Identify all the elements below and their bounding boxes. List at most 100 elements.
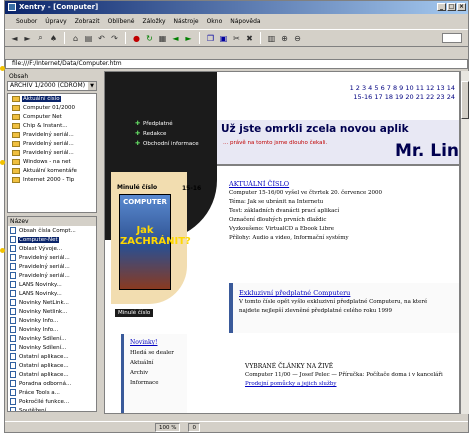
prev-icon[interactable]: ◄ [170, 33, 181, 44]
tree-item[interactable]: Aktuální komentáře [8, 166, 96, 175]
list-item[interactable]: Práce Tools a... [8, 388, 96, 397]
list-item-label: LANS Novinky... [19, 281, 62, 288]
refresh-icon[interactable]: ↻ [144, 33, 155, 44]
zoom-out-icon[interactable]: ⊖ [292, 33, 303, 44]
search-icon[interactable]: ⌕ [35, 33, 46, 44]
tree-item[interactable]: Internet 2000 - Tip [8, 175, 96, 184]
tree-item[interactable]: Pravidelný seriál... [8, 130, 96, 139]
next-icon[interactable]: ► [183, 33, 194, 44]
page-icon [10, 371, 16, 378]
zoom-in-icon[interactable]: ⊕ [279, 33, 290, 44]
archive-select-value: ARCHIV 1/2000 (CDROM) [10, 82, 86, 89]
archive-select[interactable]: ARCHIV 1/2000 (CDROM) ▼ [7, 81, 97, 91]
site-nav-link[interactable]: ✚ Redakce [135, 129, 199, 139]
list-item[interactable]: Novinky NetLink... [8, 298, 96, 307]
forward-icon[interactable]: ► [22, 33, 33, 44]
menu-item[interactable]: Nápověda [227, 18, 263, 25]
list-item[interactable]: Novinky Netlink... [8, 307, 96, 316]
print-icon[interactable]: ▦ [157, 33, 168, 44]
delete-icon[interactable]: ✖ [244, 33, 255, 44]
side-link[interactable]: Informace [130, 378, 181, 388]
stop-icon[interactable]: ● [131, 33, 142, 44]
page-icon [10, 227, 16, 234]
news-link[interactable]: Novinky! [130, 338, 181, 348]
list-item[interactable]: Novinky Info... [8, 325, 96, 334]
cover-caption[interactable]: Minulé číslo [115, 309, 154, 317]
tree-item[interactable]: Aktuální číslo [8, 94, 96, 103]
page-icon [10, 344, 16, 351]
tree-item[interactable]: Chip & Instant... [8, 121, 96, 130]
list-item[interactable]: Soutěžení... [8, 406, 96, 412]
subscription-link[interactable]: Exkluzivní předplatné Computeru [239, 289, 455, 298]
zoom-field[interactable] [442, 33, 462, 43]
list-item[interactable]: Ostatní aplikace... [8, 352, 96, 361]
cut-icon[interactable]: ✂ [231, 33, 242, 44]
current-issue-line: Přílohy: Audio a video, Informační systé… [229, 235, 349, 241]
side-link[interactable]: Archiv [130, 368, 181, 378]
tree-item[interactable]: Computer Net [8, 112, 96, 121]
selected-article-link[interactable]: Prodejní pomůcky a jejich služby [245, 380, 459, 389]
tree-item[interactable]: Computer 01/2000 [8, 103, 96, 112]
undo-icon[interactable]: ↶ [96, 33, 107, 44]
folder-icon[interactable]: ▤ [83, 33, 94, 44]
tree-item-label: Pravidelný seriál... [23, 140, 74, 147]
list-item[interactable]: Obsah čísla Compt... [8, 226, 96, 235]
list-item[interactable]: Pravidelný seriál... [8, 253, 96, 262]
address-field[interactable]: file:///F:/Internet/Data/Computer.htm [5, 59, 468, 69]
site-nav-link[interactable]: ✚ Předplatné [135, 119, 199, 129]
current-issue-link[interactable]: AKTUÁLNÍ ČÍSLO [229, 180, 457, 189]
close-button[interactable]: × [457, 3, 466, 11]
issue-links-row-2[interactable]: 15-16 17 18 19 20 21 22 23 24 [237, 93, 455, 102]
grid-icon[interactable]: ▥ [266, 33, 277, 44]
menu-item[interactable]: Nástroje [171, 18, 202, 25]
tree-item[interactable]: Windows - na net [8, 157, 96, 166]
paste-icon[interactable]: ▣ [218, 33, 229, 44]
list-item[interactable]: Novinky Info... [8, 316, 96, 325]
list-item[interactable]: Computer-Net [8, 235, 96, 244]
minimize-button[interactable]: _ [437, 3, 446, 11]
tree-item[interactable]: Pravidelný seriál... [8, 139, 96, 148]
cover-headline: Jak ZACHRÁNIT? [120, 225, 191, 247]
menu-item[interactable]: Záložky [139, 18, 168, 25]
chevron-down-icon[interactable]: ▼ [88, 82, 96, 90]
site-nav-link[interactable]: ✚ Obchodní informace [135, 139, 199, 149]
subscription-line: V tomto čísle opět vyšlo exkluzivní před… [239, 299, 428, 305]
list-item[interactable]: Novinky Sdílení... [8, 343, 96, 352]
copy-icon[interactable]: ❐ [205, 33, 216, 44]
list-item[interactable]: Pravidelný seriál... [8, 271, 96, 280]
side-link[interactable]: Aktuální [130, 358, 181, 368]
plus-icon: ✚ [135, 140, 141, 147]
issue-number-links: 1 2 3 4 5 6 7 8 9 10 11 12 13 14 15-16 1… [237, 84, 459, 102]
issue-links-row-1[interactable]: 1 2 3 4 5 6 7 8 9 10 11 12 13 14 [237, 84, 455, 93]
list-item[interactable]: Novinky Sdílení... [8, 334, 96, 343]
back-icon[interactable]: ◄ [9, 33, 20, 44]
list-item[interactable]: Oblast Vývoje... [8, 244, 96, 253]
tree-item-label: Aktuální komentáře [23, 167, 77, 174]
redo-icon[interactable]: ↷ [109, 33, 120, 44]
magazine-cover-image[interactable]: COMPUTER Jak ZACHRÁNIT? [119, 194, 191, 290]
current-issue-line: Téma: Jak se ubránit na Internetu [229, 199, 324, 205]
maximize-button[interactable]: □ [447, 3, 456, 11]
home-icon[interactable]: ⌂ [70, 33, 81, 44]
list-item[interactable]: Pokročilé funkce... [8, 397, 96, 406]
scrollbar-thumb[interactable] [461, 81, 469, 119]
list-item[interactable]: Ostatní aplikace... [8, 361, 96, 370]
page-icon [10, 326, 16, 333]
binoculars-icon[interactable]: ♠ [48, 33, 59, 44]
list-item[interactable]: LANS Novinky... [8, 289, 96, 298]
tree-item[interactable]: Pravidelný seriál... [8, 148, 96, 157]
menu-item[interactable]: Úpravy [42, 18, 69, 25]
list-item[interactable]: LANS Novinky... [8, 280, 96, 289]
promo-banner[interactable]: Už jste omrkli zcela novou aplik ... prá… [217, 120, 459, 166]
list-item[interactable]: Poradna odborná... [8, 379, 96, 388]
menu-item[interactable]: Soubor [13, 18, 40, 25]
menu-item[interactable]: Okno [204, 18, 226, 25]
side-link[interactable]: Hledá se dealer [130, 348, 181, 358]
list-item[interactable]: Ostatní aplikace... [8, 370, 96, 379]
vertical-scrollbar[interactable] [460, 71, 469, 414]
list-item[interactable]: Pravidelný seriál... [8, 262, 96, 271]
list-item-label: Soutěžení... [19, 407, 52, 412]
menu-item[interactable]: Zobrazit [72, 18, 103, 25]
list-item-label: Novinky Info... [19, 326, 59, 333]
menu-item[interactable]: Oblíbené [105, 18, 138, 25]
